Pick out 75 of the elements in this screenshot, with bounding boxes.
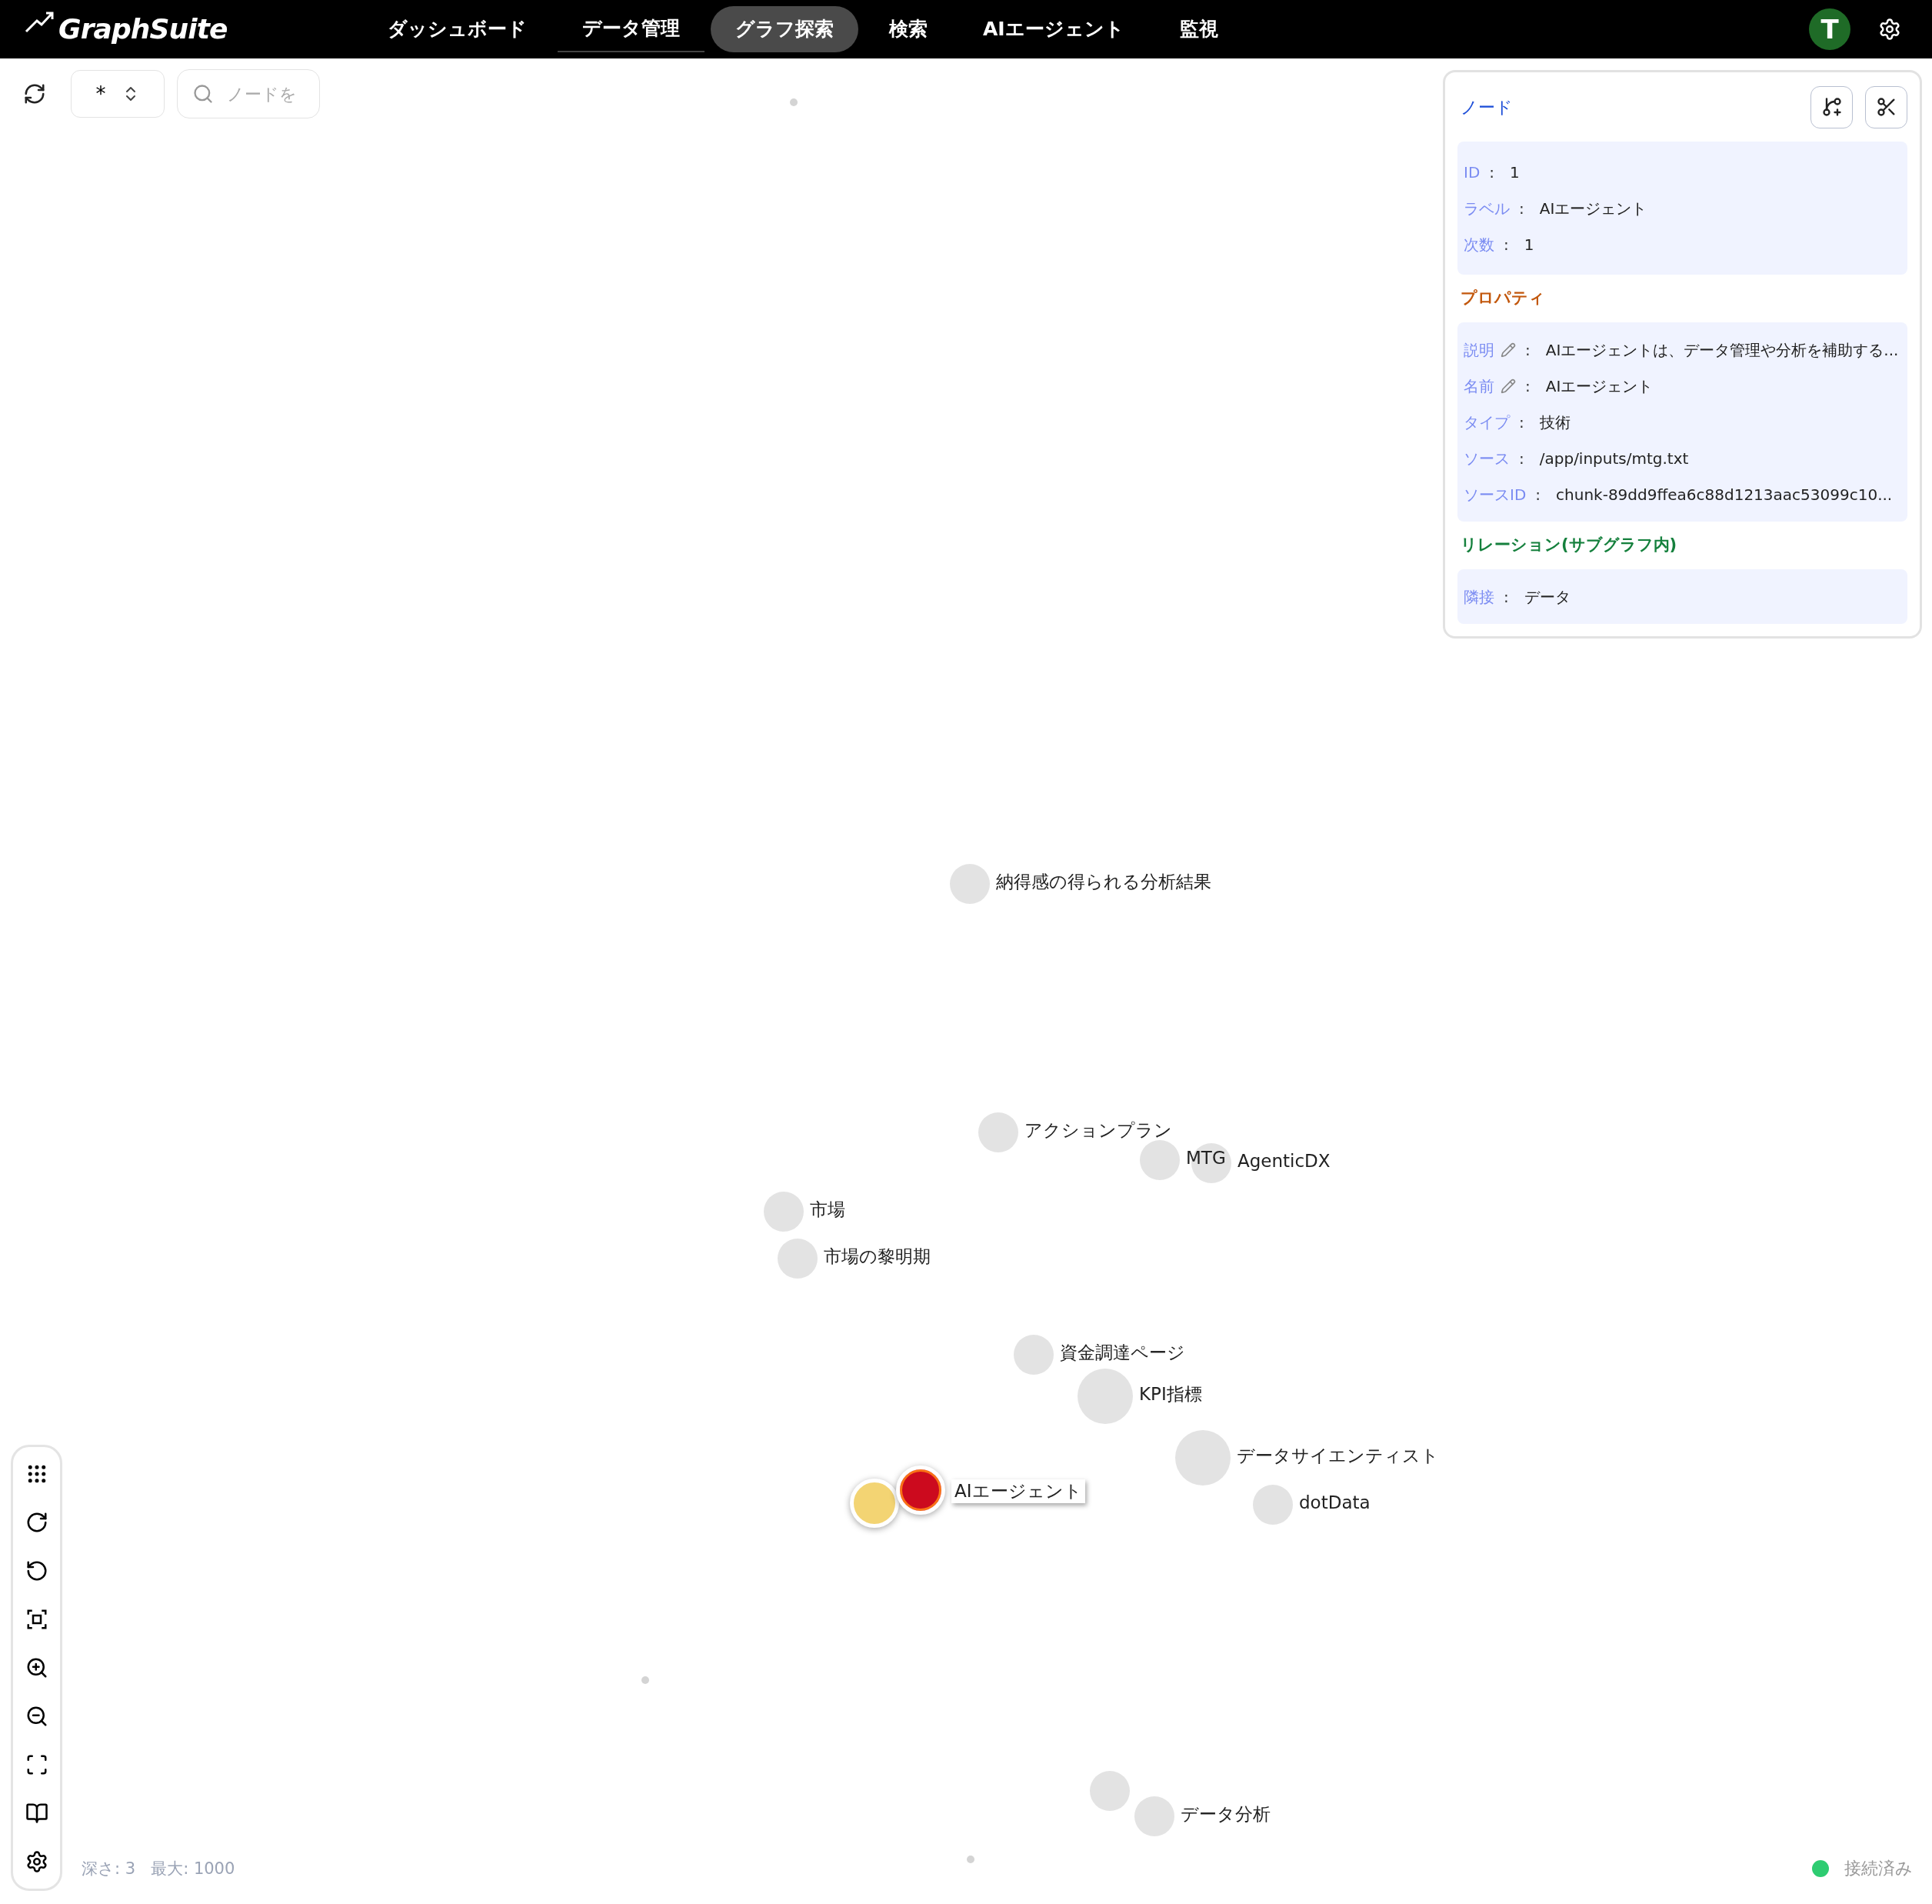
add-branch-button[interactable] bbox=[1810, 85, 1853, 128]
book-icon[interactable] bbox=[25, 1802, 48, 1825]
graph-node[interactable] bbox=[1134, 1796, 1174, 1836]
field-label: 説明 bbox=[1464, 339, 1494, 361]
field-label: タイプ bbox=[1464, 412, 1510, 433]
node-label: 市場の黎明期 bbox=[824, 1248, 931, 1265]
separator: : bbox=[1519, 412, 1524, 433]
node-label: AIエージェント bbox=[951, 1479, 1085, 1503]
node-label: 資金調達ページ bbox=[1060, 1344, 1185, 1362]
logo-text: GraphSuite bbox=[58, 12, 228, 46]
graph-node[interactable] bbox=[1014, 1335, 1054, 1375]
node-label: dotData bbox=[1299, 1494, 1371, 1512]
field-value: 技術 bbox=[1539, 412, 1571, 433]
field-value: /app/inputs/mtg.txt bbox=[1539, 448, 1689, 469]
graph-node[interactable] bbox=[1253, 1485, 1293, 1525]
separator: : bbox=[1525, 375, 1531, 397]
nav-tab[interactable]: 監視 bbox=[1154, 6, 1243, 52]
field-label: 隣接 bbox=[1464, 586, 1494, 608]
section-title: プロパティ bbox=[1461, 288, 1545, 309]
node-label: 納得感の得られる分析結果 bbox=[996, 873, 1211, 891]
separator: : bbox=[1519, 198, 1524, 219]
field-value: 1 bbox=[1510, 162, 1520, 183]
graph-node[interactable] bbox=[778, 1239, 818, 1279]
graph-node[interactable] bbox=[1140, 1140, 1180, 1180]
separator: : bbox=[1519, 448, 1524, 469]
nav-tab[interactable]: 検索 bbox=[864, 6, 952, 52]
nav-tab[interactable]: ダッシュボード bbox=[363, 6, 551, 52]
field-label: ID bbox=[1464, 162, 1481, 183]
separator: : bbox=[1489, 162, 1495, 183]
cut-button[interactable] bbox=[1865, 85, 1907, 128]
user-avatar[interactable]: T bbox=[1809, 8, 1850, 50]
node-label: アクションプラン bbox=[1024, 1122, 1172, 1139]
logo-arrow-icon bbox=[25, 10, 55, 33]
field-value: chunk-89dd9ffea6c88d1213aac53099c10... bbox=[1556, 484, 1893, 505]
search-field[interactable]: ノードを bbox=[177, 69, 320, 118]
graph-node[interactable] bbox=[1090, 1771, 1130, 1811]
field-label: 次数 bbox=[1464, 234, 1494, 255]
max-text: 最大: 1000 bbox=[151, 1858, 235, 1879]
node-label: データ分析 bbox=[1181, 1806, 1271, 1823]
node-label: データサイエンティスト bbox=[1237, 1447, 1439, 1465]
separator: : bbox=[1504, 586, 1509, 608]
branch-plus-icon bbox=[1820, 96, 1843, 118]
node-label: KPI指標 bbox=[1139, 1385, 1202, 1403]
separator: : bbox=[1504, 234, 1509, 255]
field-label: ソース bbox=[1464, 448, 1510, 469]
separator: : bbox=[1535, 484, 1541, 505]
field-value: データ bbox=[1524, 586, 1571, 608]
field-label: 名前 bbox=[1464, 375, 1494, 397]
settings-icon[interactable] bbox=[1878, 18, 1901, 41]
settings-icon[interactable] bbox=[25, 1850, 48, 1873]
nav-tab[interactable]: データ管理 bbox=[558, 6, 705, 52]
panel-title: ノード bbox=[1461, 96, 1513, 118]
field-value: 1 bbox=[1524, 234, 1534, 255]
field-value: AIエージェント bbox=[1539, 198, 1647, 219]
field-value: AIエージェント bbox=[1545, 375, 1654, 397]
nav-tab[interactable]: グラフ探索 bbox=[711, 6, 858, 52]
pencil-icon[interactable] bbox=[1501, 378, 1516, 394]
nav-tab[interactable]: AIエージェント bbox=[958, 6, 1149, 52]
search-icon bbox=[192, 83, 214, 105]
graph-node[interactable] bbox=[978, 1112, 1018, 1152]
pencil-icon[interactable] bbox=[1501, 342, 1516, 358]
depth-text: 深さ: 3 bbox=[82, 1858, 136, 1879]
refresh-icon[interactable] bbox=[23, 82, 46, 105]
node-label: AgenticDX bbox=[1237, 1152, 1331, 1170]
graph-node[interactable] bbox=[764, 1192, 804, 1232]
node-label: MTG bbox=[1186, 1149, 1226, 1167]
field-value: AIエージェントは、データ管理や分析を補助する... bbox=[1545, 339, 1899, 361]
depth-select[interactable]: * bbox=[71, 70, 165, 118]
separator: : bbox=[1525, 339, 1531, 361]
connection-status: 接続済み bbox=[1844, 1858, 1913, 1879]
field-label: ソースID bbox=[1464, 484, 1527, 505]
section-title: リレーション(サブグラフ内) bbox=[1461, 535, 1677, 556]
node-label: 市場 bbox=[810, 1201, 845, 1219]
field-label: ラベル bbox=[1464, 198, 1510, 219]
graph-node[interactable] bbox=[950, 864, 990, 904]
